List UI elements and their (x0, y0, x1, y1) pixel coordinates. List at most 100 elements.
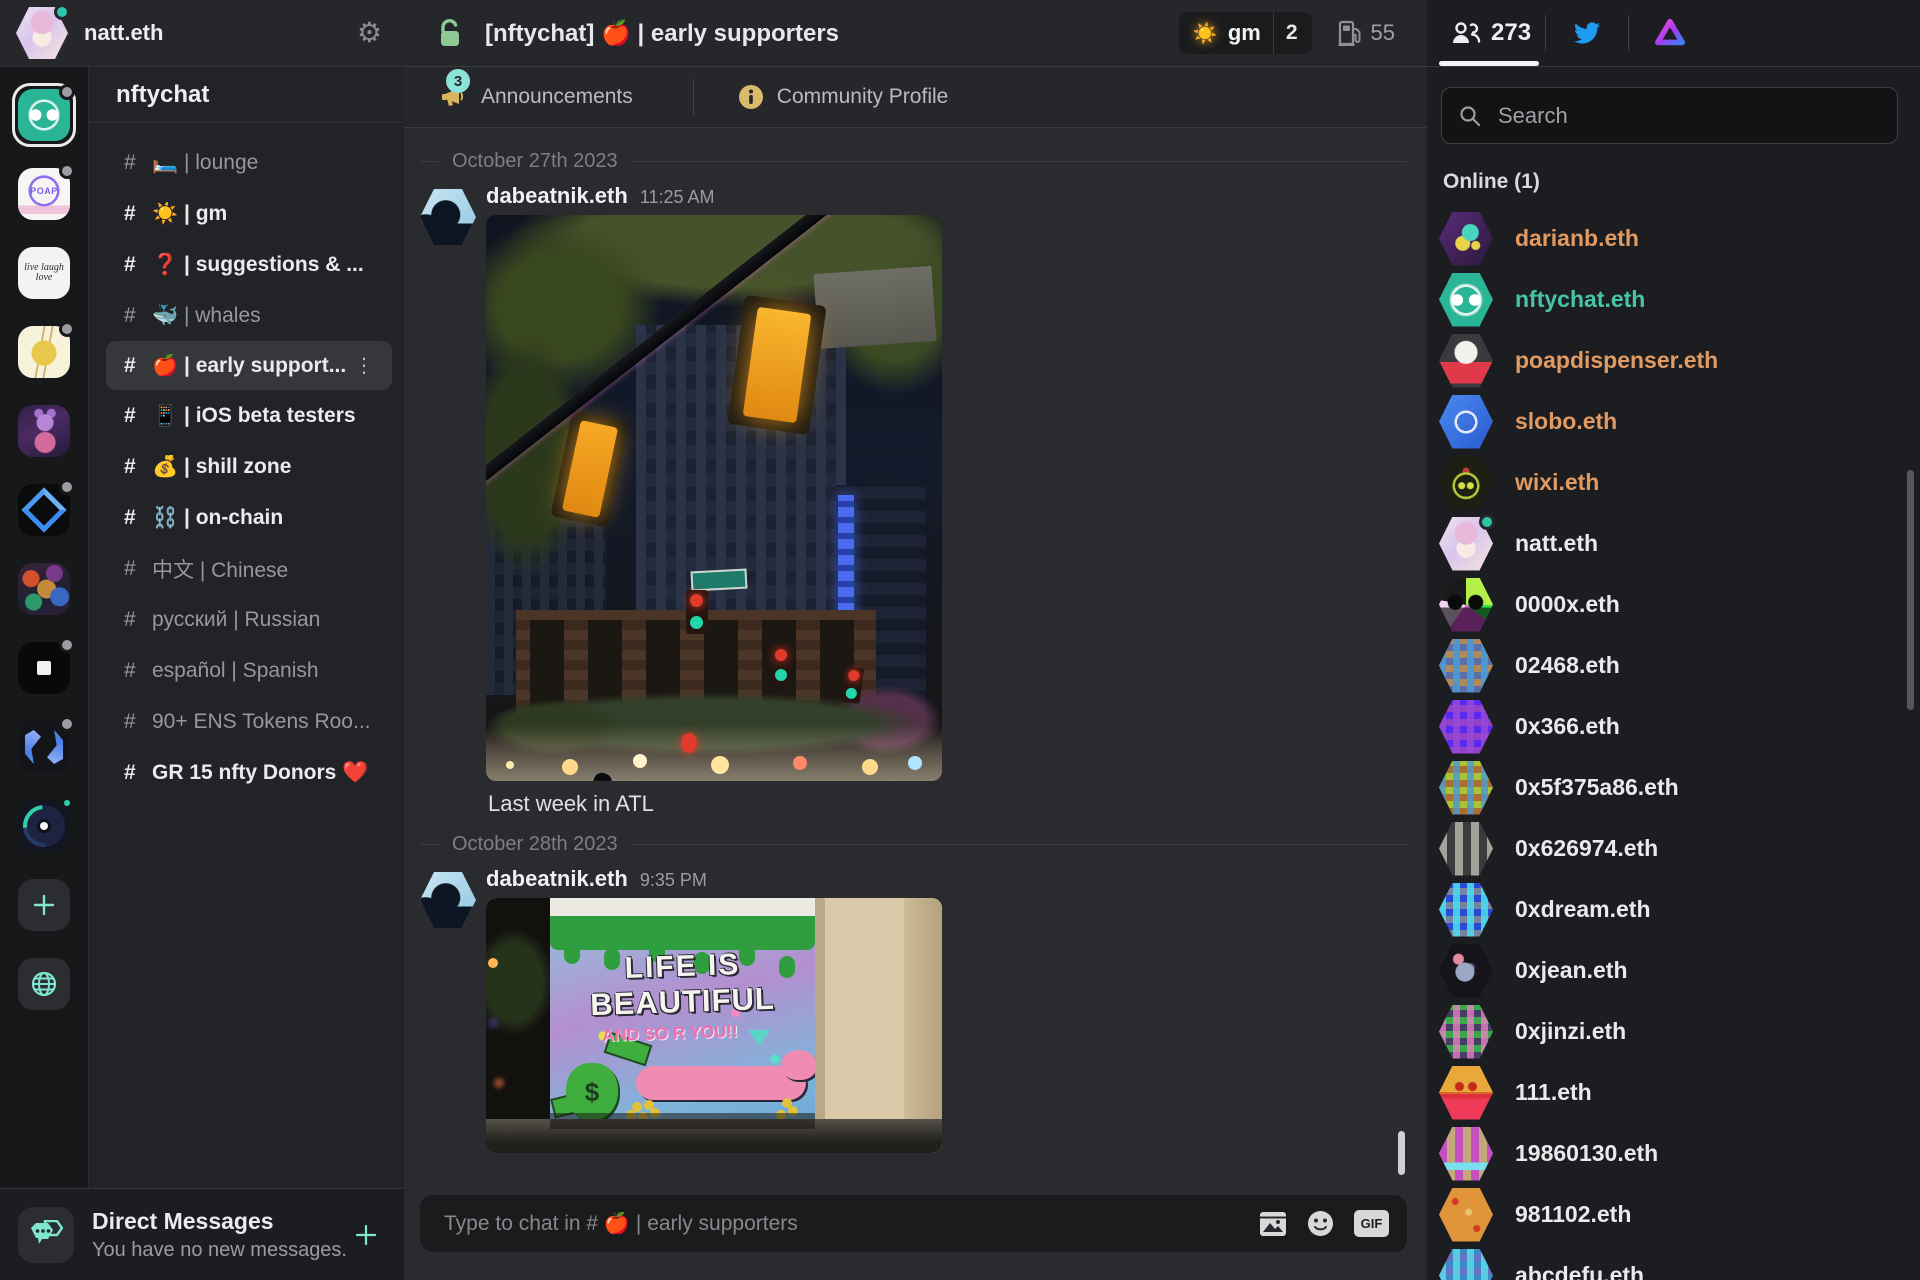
server-icon-explore (18, 958, 70, 1010)
server-item-city[interactable] (18, 563, 70, 615)
server-item-bunny[interactable] (18, 405, 70, 457)
info-icon (738, 84, 764, 110)
attach-image-icon[interactable] (1259, 1211, 1287, 1237)
server-icon-live-laugh-love: live laugh love (18, 247, 70, 299)
channel-item-0[interactable]: #🛏️ | lounge (89, 137, 404, 188)
member-item-0x5f375a86.eth[interactable]: 0x5f375a86.eth (1439, 757, 1920, 818)
member-item-abcdefu.eth[interactable]: abcdefu.eth (1439, 1245, 1920, 1280)
gm-label: gm (1228, 20, 1261, 46)
message-image-mural[interactable]: LIFE IS BEAUTIFUL AND SO R YOU!! $ (486, 898, 942, 1153)
server-item-poap[interactable]: POAP (18, 168, 70, 220)
member-item-0x626974.eth[interactable]: 0x626974.eth (1439, 818, 1920, 879)
art-shape (550, 1113, 815, 1129)
gm-streak-pill[interactable]: ☀️ gm 2 (1179, 12, 1312, 54)
server-item-diamond[interactable] (18, 484, 70, 536)
message-scroll-area[interactable]: October 27th 2023 dabeatnik.eth 11:25 AM (404, 128, 1427, 1185)
server-item-black-square[interactable] (18, 642, 70, 694)
channel-menu-icon[interactable]: ⋮ (350, 353, 378, 378)
member-item-natt.eth[interactable]: natt.eth (1439, 513, 1920, 574)
channel-item-10[interactable]: #español | Spanish (89, 645, 404, 696)
hash-prefix: # (124, 710, 152, 734)
member-name: 0000x.eth (1515, 591, 1620, 618)
message-author[interactable]: dabeatnik.eth (486, 866, 628, 892)
server-item-nftychat[interactable] (18, 89, 70, 141)
message-author-avatar[interactable] (420, 189, 476, 245)
server-item-ens[interactable] (18, 721, 70, 773)
channel-item-12[interactable]: #GR 15 nfty Donors ❤️ (89, 747, 404, 798)
zora-link[interactable] (1655, 18, 1685, 48)
member-name: poapdispenser.eth (1515, 347, 1718, 374)
member-avatar (1439, 578, 1493, 632)
member-item-02468.eth[interactable]: 02468.eth (1439, 635, 1920, 696)
message-author-avatar[interactable] (420, 872, 476, 928)
tab-community-profile[interactable]: Community Profile (736, 82, 949, 112)
server-item-planet[interactable] (18, 326, 70, 378)
member-item-0x366.eth[interactable]: 0x366.eth (1439, 696, 1920, 757)
channel-item-11[interactable]: #90+ ENS Tokens Roo... (89, 696, 404, 747)
member-item-111.eth[interactable]: 111.eth (1439, 1062, 1920, 1123)
current-user-avatar[interactable] (16, 7, 68, 59)
member-item-darianb.eth[interactable]: darianb.eth (1439, 208, 1920, 269)
art-shape (681, 733, 697, 753)
direct-messages-panel[interactable]: Direct Messages You have no new messages… (0, 1188, 404, 1280)
unlocked-padlock-icon (437, 18, 463, 48)
member-name: 0x626974.eth (1515, 835, 1658, 862)
member-avatar (1439, 822, 1493, 876)
channel-item-5[interactable]: #📱 | iOS beta testers (89, 390, 404, 441)
gif-icon[interactable]: GIF (1354, 1210, 1389, 1237)
channel-label: 🍎 | early support... (152, 354, 350, 378)
server-name: nftychat (89, 67, 404, 123)
server-item-explore[interactable] (18, 958, 70, 1010)
avatar (1439, 883, 1493, 937)
member-item-0000x.eth[interactable]: 0000x.eth (1439, 574, 1920, 635)
channel-item-8[interactable]: #中文 | Chinese (89, 543, 404, 594)
channel-item-7[interactable]: #⛓️ | on-chain (89, 492, 404, 543)
settings-gear-icon[interactable]: ⚙ (357, 19, 382, 47)
channel-item-4[interactable]: #🍎 | early support...⋮ (106, 341, 392, 390)
member-item-nftychat.eth[interactable]: nftychat.eth (1439, 269, 1920, 330)
member-item-wixi.eth[interactable]: wixi.eth (1439, 452, 1920, 513)
member-list-scrollbar-thumb[interactable] (1907, 470, 1914, 710)
server-item-live-laugh-love[interactable]: live laugh love (18, 247, 70, 299)
message-image-atl-night[interactable] (486, 215, 942, 781)
dm-subtitle: You have no new messages. (92, 1239, 354, 1262)
member-item-poapdispenser.eth[interactable]: poapdispenser.eth (1439, 330, 1920, 391)
search-icon (1458, 104, 1482, 128)
hash-prefix: # (124, 659, 152, 683)
channel-item-3[interactable]: #🐳 | whales (89, 290, 404, 341)
twitter-link[interactable] (1572, 20, 1602, 46)
message-timestamp: 9:35 PM (640, 870, 707, 891)
server-item-disc[interactable] (18, 800, 70, 852)
member-avatar (1439, 700, 1493, 754)
header-divider (1628, 15, 1629, 51)
member-item-slobo.eth[interactable]: slobo.eth (1439, 391, 1920, 452)
server-item-add-server[interactable] (18, 879, 70, 931)
member-item-0xjinzi.eth[interactable]: 0xjinzi.eth (1439, 1001, 1920, 1062)
member-item-0xdream.eth[interactable]: 0xdream.eth (1439, 879, 1920, 940)
member-item-0xjean.eth[interactable]: 0xjean.eth (1439, 940, 1920, 1001)
channel-item-2[interactable]: #❓ | suggestions & ... (89, 239, 404, 290)
chat-scrollbar-thumb[interactable] (1398, 1131, 1405, 1175)
member-item-981102.eth[interactable]: 981102.eth (1439, 1184, 1920, 1245)
dm-title: Direct Messages (92, 1208, 354, 1235)
composer-icons: GIF (1259, 1210, 1389, 1237)
channel-item-1[interactable]: #☀️ | gm (89, 188, 404, 239)
member-search-input[interactable] (1496, 102, 1881, 130)
member-name: 0x5f375a86.eth (1515, 774, 1679, 801)
date-label: October 28th 2023 (452, 833, 618, 856)
dm-add-icon[interactable] (354, 1223, 378, 1247)
message-author[interactable]: dabeatnik.eth (486, 183, 628, 209)
channel-item-9[interactable]: #русский | Russian (89, 594, 404, 645)
channel-item-6[interactable]: #💰 | shill zone (89, 441, 404, 492)
message-head: dabeatnik.eth 11:25 AM (486, 183, 942, 209)
left-body: POAP live laugh love nftychat #🛏️ | loung… (0, 67, 404, 1188)
art-shape (550, 916, 815, 950)
member-item-19860130.eth[interactable]: 19860130.eth (1439, 1123, 1920, 1184)
members-people-icon (1451, 20, 1481, 46)
member-name: 111.eth (1515, 1079, 1592, 1106)
message-input[interactable] (442, 1211, 1259, 1237)
members-tab[interactable]: 273 (1437, 0, 1545, 66)
avatar (1439, 578, 1493, 632)
tab-announcements[interactable]: 3 Announcements (440, 82, 633, 112)
emoji-icon[interactable] (1307, 1210, 1334, 1237)
